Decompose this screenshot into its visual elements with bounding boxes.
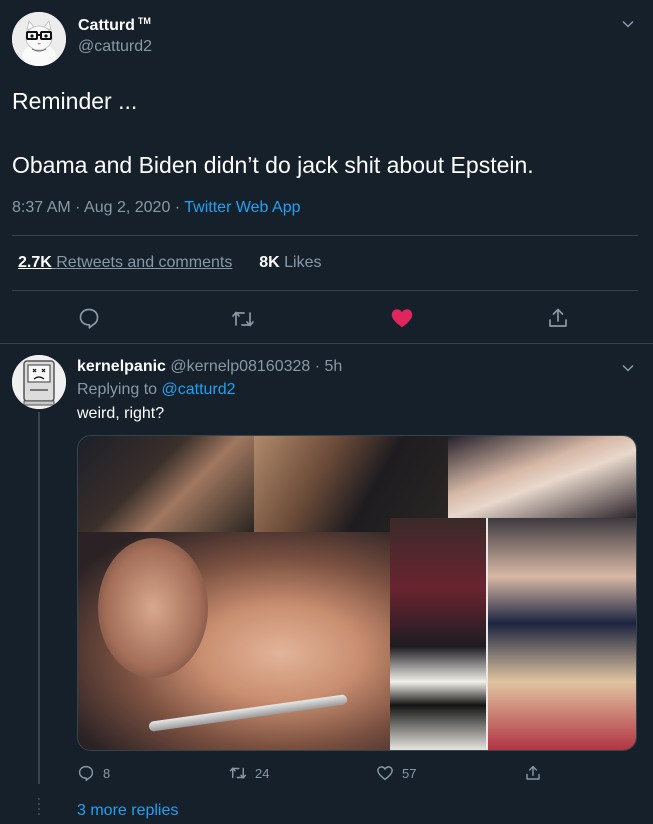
meta-separator: · <box>310 358 325 375</box>
author-name[interactable]: Catturd TM <box>78 16 151 35</box>
photo-tile <box>78 532 390 750</box>
section-divider <box>0 343 653 344</box>
reply-count: 8 <box>103 765 111 781</box>
photo-tile <box>390 518 486 750</box>
replying-prefix: Replying to <box>77 381 162 398</box>
divider <box>12 235 638 236</box>
tweet-source[interactable]: Twitter Web App <box>184 199 300 216</box>
reply-icon[interactable] <box>77 306 101 330</box>
tweet-text-line-2: Obama and Biden didn’t do jack shit abou… <box>12 152 534 178</box>
reply-author-handle[interactable]: @kernelp08160328 <box>170 358 310 375</box>
reply-button[interactable]: 8 <box>77 762 110 784</box>
avatar[interactable] <box>12 355 66 409</box>
likes-count: 8K <box>259 254 280 271</box>
reply-header: kernelpanic @kernelp08160328 · 5h <box>77 358 342 376</box>
meta-separator: · <box>170 199 185 216</box>
retweet-button[interactable]: 24 <box>229 762 269 784</box>
chevron-down-icon[interactable] <box>620 360 636 376</box>
retweets-stat[interactable]: 2.7K Retweets and comments <box>18 254 232 271</box>
heart-outline-icon <box>377 766 393 781</box>
divider <box>12 290 638 291</box>
share-icon <box>526 765 540 780</box>
like-count: 57 <box>402 765 417 781</box>
tweet-text-line-1: Reminder ... <box>12 88 138 114</box>
share-icon[interactable] <box>546 306 570 330</box>
retweets-label: Retweets and comments <box>56 254 233 271</box>
reply-author-name[interactable]: kernelpanic <box>77 358 166 375</box>
retweet-icon <box>229 767 247 779</box>
replying-to: Replying to @catturd2 <box>77 381 236 399</box>
tweet-stats: 2.7K Retweets and comments 8K Likes <box>18 254 322 272</box>
likes-label: Likes <box>284 254 322 271</box>
main-tweet: Catturd TM @catturd2 Reminder ... Obama a… <box>0 0 653 344</box>
like-filled-icon[interactable] <box>390 306 414 330</box>
tweet-meta: 8:37 AM · Aug 2, 2020 · Twitter Web App <box>12 199 300 217</box>
meta-separator: · <box>70 199 85 216</box>
author-handle[interactable]: @catturd2 <box>78 38 152 56</box>
more-replies-link[interactable]: 3 more replies <box>77 802 178 820</box>
photo-tile <box>488 518 636 750</box>
sad-mac-avatar-icon <box>12 355 66 409</box>
photo-tile <box>448 436 636 518</box>
retweet-icon[interactable] <box>231 307 255 331</box>
author-badge: TM <box>137 16 151 26</box>
likes-stat[interactable]: 8K Likes <box>259 254 321 271</box>
reply-icon <box>78 765 94 782</box>
like-button[interactable]: 57 <box>376 762 416 784</box>
author-name-text: Catturd <box>78 17 135 34</box>
reply-time[interactable]: 5h <box>325 358 343 375</box>
thread-line <box>38 412 40 784</box>
reply-text: weird, right? <box>77 405 165 422</box>
replying-to-handle[interactable]: @catturd2 <box>162 381 236 398</box>
media-image[interactable] <box>77 435 637 751</box>
retweet-count: 24 <box>255 765 270 781</box>
tweet-date[interactable]: Aug 2, 2020 <box>84 199 170 216</box>
share-button[interactable] <box>524 762 542 784</box>
thread-dots <box>38 798 40 816</box>
retweets-count: 2.7K <box>18 254 52 271</box>
cat-avatar-icon <box>12 12 66 66</box>
photo-tile <box>78 436 254 532</box>
tweet-time[interactable]: 8:37 AM <box>12 199 71 216</box>
avatar[interactable] <box>12 12 66 66</box>
chevron-down-icon[interactable] <box>620 16 636 32</box>
